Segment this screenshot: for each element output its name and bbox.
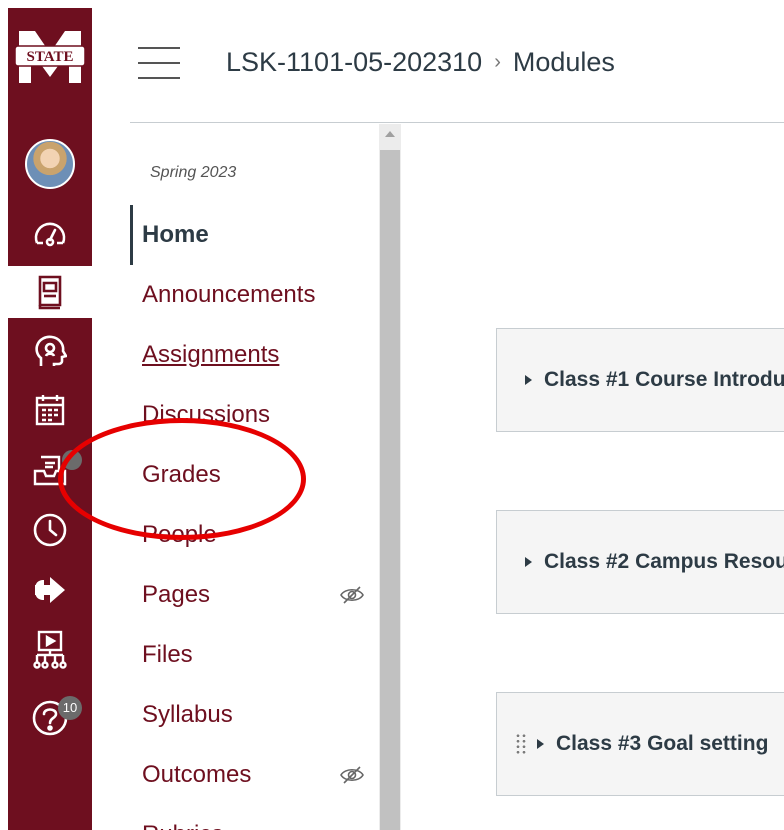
course-nav-label: People [142,521,217,548]
global-nav-calendar[interactable] [8,384,92,436]
global-nav-studio[interactable] [8,624,92,676]
scroll-up-arrow-icon[interactable] [385,131,395,137]
global-nav-groups[interactable] [8,326,92,378]
course-nav-label: Files [142,641,193,668]
course-nav-files[interactable]: Files [130,625,378,685]
breadcrumb-current-page: Modules [512,46,615,77]
course-nav-scrollbar-thumb[interactable] [380,150,400,830]
course-term: Spring 2023 [150,164,237,181]
msstate-logo-icon: STATE [15,31,85,83]
global-nav-history[interactable] [8,504,92,556]
module-item[interactable]: Class #1 Course Introduction [496,328,784,432]
account-avatar-icon [25,139,75,189]
course-nav-announcements[interactable]: Announcements [130,265,378,325]
module-header[interactable]: Class #3 Goal setting [497,693,784,795]
course-nav-label: Grades [142,461,221,488]
course-nav-syllabus[interactable]: Syllabus [130,685,378,745]
courses-icon [38,275,62,310]
course-nav-label: Announcements [142,281,316,308]
course-navigation: Home Announcements Assignments Discussio… [130,205,378,830]
studio-icon [33,630,67,669]
global-nav-logout[interactable] [8,564,92,616]
header-divider [130,122,784,123]
help-notification-badge: 10 [58,696,82,720]
logout-icon [35,577,65,603]
course-nav-label: Pages [142,581,211,608]
module-title: Class #1 Course Introduction [544,368,784,391]
expand-caret-icon[interactable] [537,739,544,749]
expand-caret-icon[interactable] [525,375,532,385]
dashboard-icon [34,222,66,247]
course-menu-toggle-button[interactable] [138,47,180,79]
course-nav-label: Outcomes [142,761,252,788]
drag-handle-icon[interactable] [515,733,527,755]
groups-icon [35,335,67,366]
global-nav-courses[interactable] [8,266,92,318]
course-nav-label: Assignments [142,341,280,368]
breadcrumb-separator: › [494,50,501,73]
global-nav-inbox[interactable] [8,444,92,496]
module-item[interactable]: Class #2 Campus Resources [496,510,784,614]
global-nav-account[interactable] [8,138,92,190]
eye-slash-icon [340,766,364,784]
inbox-unread-badge [62,450,82,470]
global-nav-dashboard[interactable] [8,208,92,260]
breadcrumb-course-link[interactable]: LSK-1101-05-202310 [226,47,482,78]
calendar-icon [35,395,65,426]
module-title: Class #3 Goal setting [556,732,769,755]
logo-text: STATE [27,49,74,65]
module-item[interactable]: Class #3 Goal setting [496,692,784,796]
eye-slash-icon [340,586,364,604]
hamburger-icon [138,47,180,49]
university-logo[interactable]: STATE [10,24,90,90]
course-nav-pages[interactable]: Pages [130,565,378,625]
course-nav-label: Syllabus [142,701,233,728]
module-title: Class #2 Campus Resources [544,550,784,573]
course-nav-label: Discussions [142,401,271,428]
expand-caret-icon[interactable] [525,557,532,567]
global-nav-help[interactable]: 10 [8,692,92,744]
history-icon [33,513,67,547]
module-header[interactable]: Class #2 Campus Resources [497,511,784,613]
course-nav-home[interactable]: Home [130,205,378,265]
global-navigation: STATE 10 [8,8,92,830]
breadcrumb: LSK-1101-05-202310 › Modules [226,44,615,80]
course-nav-assignments[interactable]: Assignments [130,325,378,385]
course-nav-outcomes[interactable]: Outcomes [130,745,378,805]
course-nav-grades[interactable]: Grades [130,445,378,505]
course-nav-label: Home [142,221,209,248]
course-nav-discussions[interactable]: Discussions [130,385,378,445]
course-nav-rubrics[interactable]: Rubrics [130,805,378,830]
module-header[interactable]: Class #1 Course Introduction [497,329,784,431]
course-nav-people[interactable]: People [130,505,378,565]
course-nav-label: Rubrics [142,821,223,830]
